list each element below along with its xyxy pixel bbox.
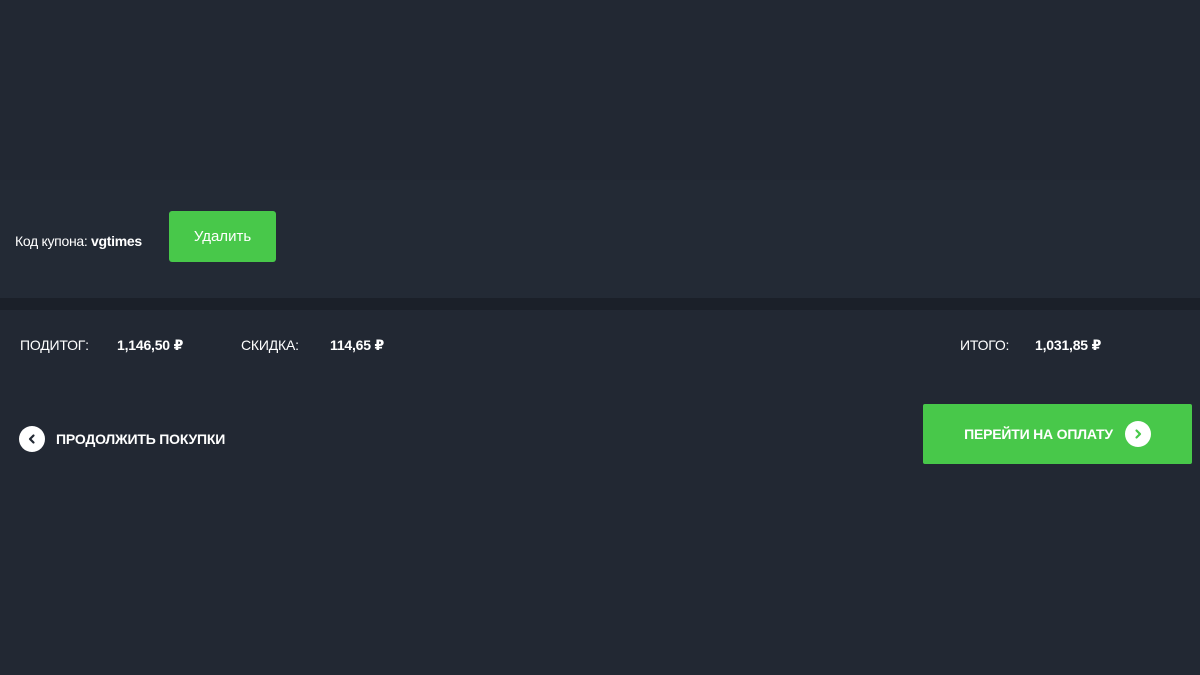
chevron-right-icon (1124, 421, 1151, 447)
coupon-row: Код купона: vgtimes Удалить (0, 180, 1200, 298)
totals-row: ПОДИТОГ: 1,146,50 ₽ СКИДКА: 114,65 ₽ ИТО… (0, 310, 1200, 380)
coupon-code: vgtimes (91, 233, 142, 249)
discount-value: 114,65 ₽ (330, 337, 385, 353)
remove-coupon-button[interactable]: Удалить (169, 211, 276, 262)
total-value: 1,031,85 ₽ (1035, 337, 1102, 353)
subtotal-label: ПОДИТОГ: (20, 337, 89, 353)
section-divider (0, 298, 1200, 310)
total-label: ИТОГО: (960, 337, 1010, 353)
actions-row: ПРОДОЛЖИТЬ ПОКУПКИ ПЕРЕЙТИ НА ОПЛАТУ (0, 400, 1200, 470)
checkout-label: ПЕРЕЙТИ НА ОПЛАТУ (964, 426, 1113, 442)
coupon-label-text: Код купона: (15, 233, 88, 249)
chevron-left-icon (19, 426, 45, 452)
subtotal-value: 1,146,50 ₽ (117, 337, 184, 353)
cart-summary-page: Код купона: vgtimes Удалить ПОДИТОГ: 1,1… (0, 0, 1200, 675)
continue-shopping-label: ПРОДОЛЖИТЬ ПОКУПКИ (56, 431, 226, 447)
discount-label: СКИДКА: (241, 337, 299, 353)
coupon-label: Код купона: vgtimes (15, 233, 142, 249)
top-empty-area (0, 0, 1200, 180)
checkout-button[interactable]: ПЕРЕЙТИ НА ОПЛАТУ (923, 404, 1192, 464)
continue-shopping-link[interactable]: ПРОДОЛЖИТЬ ПОКУПКИ (19, 426, 225, 452)
